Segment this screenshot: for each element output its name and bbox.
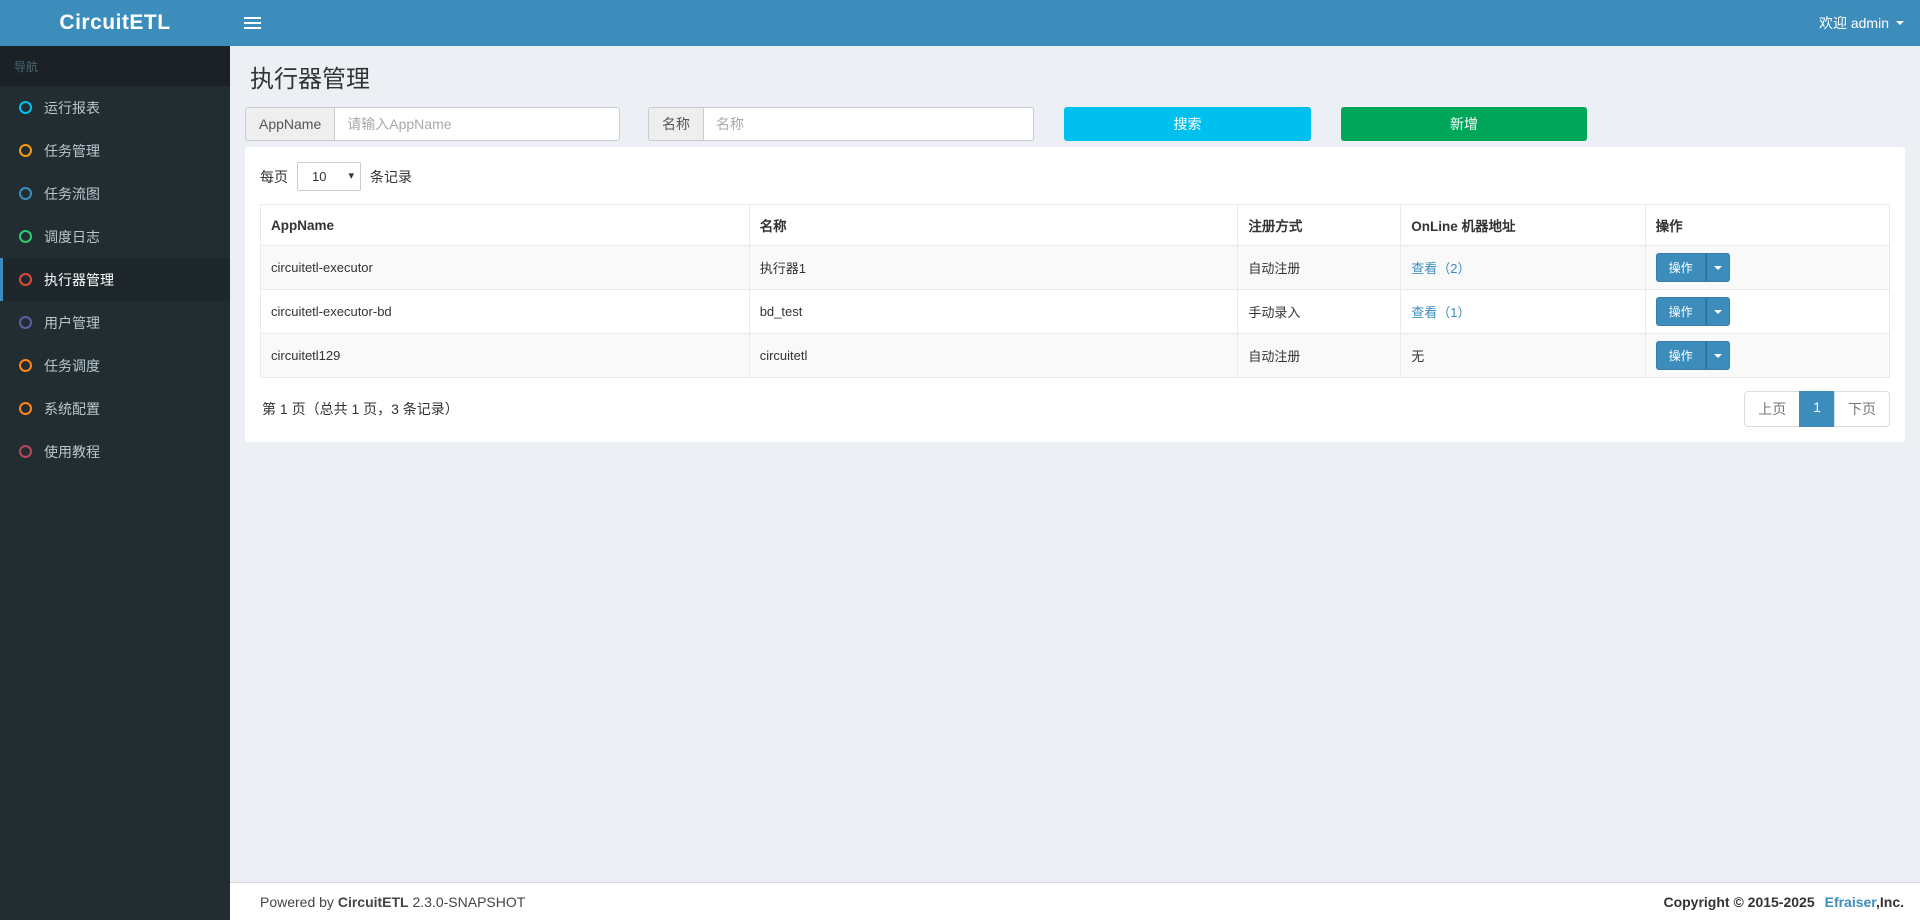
row-action-caret-button[interactable]	[1706, 253, 1730, 282]
name-input[interactable]	[703, 107, 1034, 141]
appname-input-group: AppName	[245, 107, 620, 141]
cell-appname: circuitetl-executor-bd	[261, 290, 750, 334]
executor-table: AppName 名称 注册方式 OnLine 机器地址 操作 circuitet…	[260, 204, 1890, 378]
sidebar-item-system-config[interactable]: 系统配置	[0, 387, 230, 430]
sidebar: 导航 运行报表 任务管理 任务流图 调度日志 执行器管理	[0, 46, 230, 920]
cell-name: circuitetl	[749, 334, 1238, 378]
content-area: 执行器管理 AppName 名称 搜索 新增 每页 10 ▾	[230, 46, 1920, 882]
page-title: 执行器管理	[245, 59, 1905, 94]
col-header-regtype: 注册方式	[1238, 205, 1401, 246]
sidebar-item-job-manage[interactable]: 任务管理	[0, 129, 230, 172]
top-navbar: CircuitETL 欢迎 admin	[0, 0, 1920, 46]
circle-icon	[19, 359, 32, 372]
footer: Powered by CircuitETL 2.3.0-SNAPSHOT Cop…	[230, 882, 1920, 920]
table-footer-row: 第 1 页（总共 1 页，3 条记录） 上页 1 下页	[260, 391, 1890, 427]
row-action-button[interactable]: 操作	[1656, 341, 1706, 370]
cell-regtype: 自动注册	[1238, 334, 1401, 378]
footer-copyright: Copyright © 2015-2025Efraiser,Inc.	[1663, 894, 1904, 910]
pagination-page-1[interactable]: 1	[1799, 391, 1835, 427]
user-menu-dropdown[interactable]: 欢迎 admin	[1803, 0, 1920, 46]
page-size-row: 每页 10 ▾ 条记录	[260, 162, 1890, 191]
page-size-suffix: 条记录	[370, 167, 412, 187]
caret-down-icon	[1714, 310, 1722, 314]
col-header-action: 操作	[1645, 205, 1889, 246]
name-label: 名称	[648, 107, 703, 141]
sidebar-item-tutorial[interactable]: 使用教程	[0, 430, 230, 473]
col-header-appname: AppName	[261, 205, 750, 246]
col-header-name: 名称	[749, 205, 1238, 246]
name-input-group: 名称	[648, 107, 1034, 141]
welcome-text: 欢迎 admin	[1819, 13, 1889, 33]
caret-down-icon	[1714, 266, 1722, 270]
cell-name: 执行器1	[749, 246, 1238, 290]
executor-table-panel: 每页 10 ▾ 条记录 AppName 名称 注册方式	[245, 147, 1905, 442]
row-action-caret-button[interactable]	[1706, 297, 1730, 326]
table-row: circuitetl-executor 执行器1 自动注册 查看（2） 操作	[261, 246, 1890, 290]
page-size-select[interactable]: 10	[297, 162, 361, 191]
sidebar-item-executor-manage[interactable]: 执行器管理	[0, 258, 230, 301]
circle-icon	[19, 230, 32, 243]
navbar: 欢迎 admin	[230, 0, 1920, 46]
sidebar-item-run-report[interactable]: 运行报表	[0, 86, 230, 129]
pagination-prev[interactable]: 上页	[1744, 391, 1800, 427]
row-action-button[interactable]: 操作	[1656, 297, 1706, 326]
sidebar-menu: 运行报表 任务管理 任务流图 调度日志 执行器管理 用户管理	[0, 86, 230, 473]
circle-icon	[19, 144, 32, 157]
sidebar-item-job-flow[interactable]: 任务流图	[0, 172, 230, 215]
brand-title: CircuitETL	[59, 11, 170, 35]
footer-version: 2.3.0-SNAPSHOT	[413, 894, 526, 910]
online-none-text: 无	[1411, 349, 1424, 364]
caret-down-icon	[1896, 21, 1904, 25]
page-size-prefix: 每页	[260, 167, 288, 187]
circle-icon	[19, 316, 32, 329]
footer-brand: CircuitETL	[338, 894, 409, 910]
view-online-link[interactable]: 查看（2）	[1411, 261, 1470, 276]
circle-icon	[19, 445, 32, 458]
pagination: 上页 1 下页	[1744, 391, 1890, 427]
view-online-link[interactable]: 查看（1）	[1411, 305, 1470, 320]
table-row: circuitetl129 circuitetl 自动注册 无 操作	[261, 334, 1890, 378]
appname-label: AppName	[245, 107, 334, 141]
table-row: circuitetl-executor-bd bd_test 手动录入 查看（1…	[261, 290, 1890, 334]
row-action-button[interactable]: 操作	[1656, 253, 1706, 282]
search-toolbar: AppName 名称 搜索 新增	[245, 107, 1905, 141]
pagination-info: 第 1 页（总共 1 页，3 条记录）	[260, 399, 459, 419]
hamburger-icon	[244, 17, 261, 29]
sidebar-toggle-button[interactable]	[230, 0, 274, 46]
table-header-row: AppName 名称 注册方式 OnLine 机器地址 操作	[261, 205, 1890, 246]
pagination-next[interactable]: 下页	[1834, 391, 1890, 427]
cell-regtype: 自动注册	[1238, 246, 1401, 290]
cell-appname: circuitetl-executor	[261, 246, 750, 290]
appname-input[interactable]	[334, 107, 620, 141]
footer-powered-by: Powered by CircuitETL 2.3.0-SNAPSHOT	[260, 894, 525, 910]
sidebar-item-job-schedule[interactable]: 任务调度	[0, 344, 230, 387]
cell-regtype: 手动录入	[1238, 290, 1401, 334]
row-action-caret-button[interactable]	[1706, 341, 1730, 370]
circle-icon	[19, 273, 32, 286]
caret-down-icon	[1714, 354, 1722, 358]
circle-icon	[19, 187, 32, 200]
search-button[interactable]: 搜索	[1064, 107, 1311, 141]
sidebar-item-schedule-log[interactable]: 调度日志	[0, 215, 230, 258]
sidebar-section-label: 导航	[0, 46, 230, 86]
company-link[interactable]: Efraiser	[1825, 894, 1876, 910]
add-button[interactable]: 新增	[1341, 107, 1587, 141]
cell-name: bd_test	[749, 290, 1238, 334]
circle-icon	[19, 101, 32, 114]
brand-logo[interactable]: CircuitETL	[0, 0, 230, 46]
circle-icon	[19, 402, 32, 415]
col-header-online: OnLine 机器地址	[1401, 205, 1645, 246]
cell-appname: circuitetl129	[261, 334, 750, 378]
sidebar-item-user-manage[interactable]: 用户管理	[0, 301, 230, 344]
